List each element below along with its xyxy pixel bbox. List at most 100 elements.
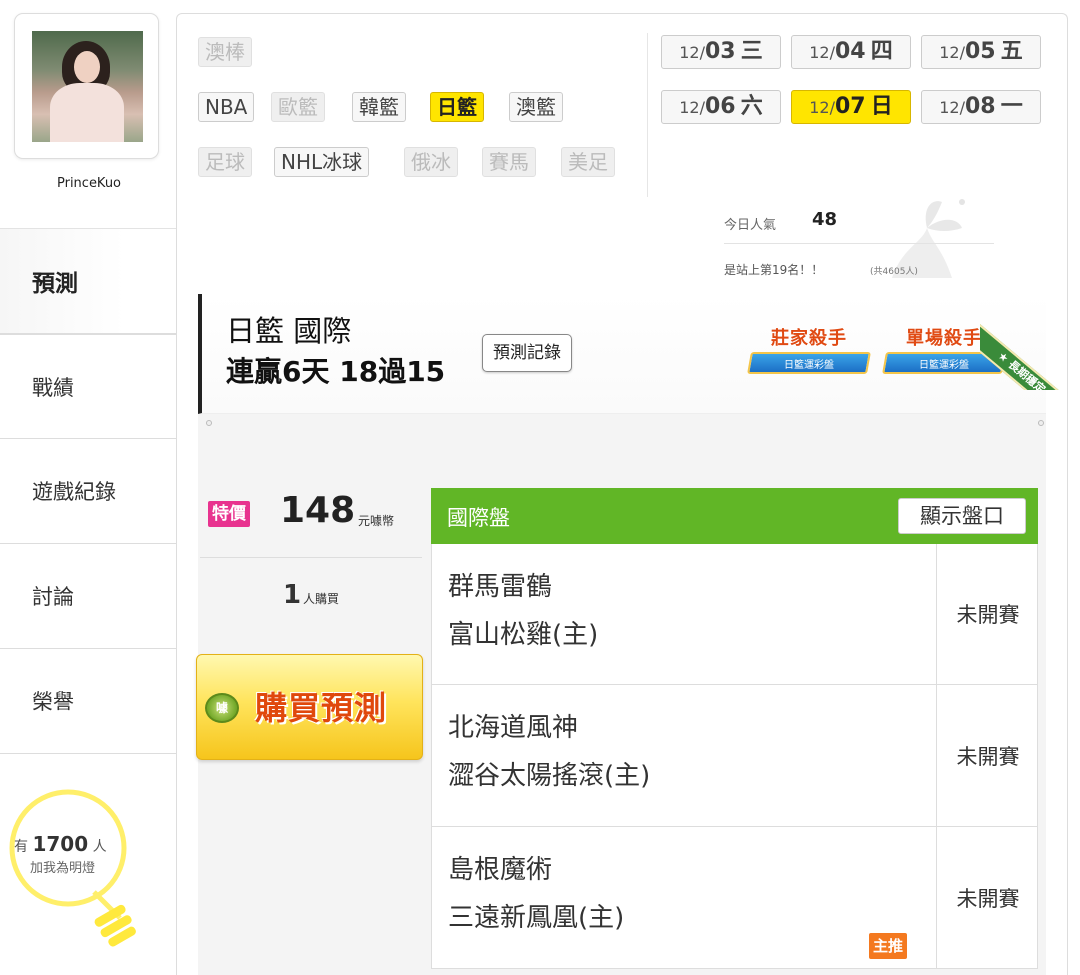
nav-item-discussion[interactable]: 討論 bbox=[0, 544, 178, 649]
buy-prediction-label: 購買預測 bbox=[255, 689, 388, 727]
nav-item-record[interactable]: 戰績 bbox=[0, 334, 178, 439]
sport-tag-nhl[interactable]: NHL冰球 bbox=[274, 147, 370, 177]
badge-title: 單場殺手 bbox=[906, 328, 982, 349]
date-day: 08 bbox=[965, 94, 996, 119]
buyer-count-value: 1 bbox=[282, 580, 302, 610]
username[interactable]: PrinceKuo bbox=[0, 176, 178, 191]
away-team: 北海道風神 bbox=[448, 713, 579, 743]
sport-tag-soccer[interactable]: 足球 bbox=[198, 147, 252, 177]
date-button-1204[interactable]: 12/04 四 bbox=[791, 35, 911, 69]
left-sidebar: PrinceKuo 預測 戰績 遊戲紀錄 討論 榮譽 有 1700 人 加我為明… bbox=[0, 0, 178, 975]
show-odds-button[interactable]: 顯示盤口 bbox=[898, 498, 1026, 534]
sport-tag-american-football[interactable]: 美足 bbox=[561, 147, 615, 177]
game-status: 未開賽 bbox=[956, 886, 1020, 911]
price-unit: 元噱幣 bbox=[358, 514, 395, 528]
buyer-count: 1 人購買 bbox=[200, 580, 422, 610]
avatar[interactable] bbox=[32, 31, 143, 142]
date-day: 06 bbox=[705, 94, 736, 119]
market-title: 國際盤 bbox=[447, 506, 510, 530]
fan-count: 有 1700 人 bbox=[14, 832, 107, 856]
date-button-1203[interactable]: 12/03 三 bbox=[661, 35, 781, 69]
sport-tag-russian-hockey[interactable]: 俄冰 bbox=[404, 147, 458, 177]
badge-title: 莊家殺手 bbox=[771, 328, 847, 349]
date-prefix: 12/ bbox=[809, 43, 835, 62]
game-row[interactable]: 群馬雷鶴 富山松雞(主) 未開賽 bbox=[431, 544, 1038, 685]
home-team: 澀谷太陽搖滾(主) bbox=[448, 761, 651, 791]
game-row[interactable]: 北海道風神 澀谷太陽搖滾(主) 未開賽 bbox=[431, 685, 1038, 827]
date-day: 03 bbox=[705, 39, 736, 64]
nav-label: 討論 bbox=[32, 585, 74, 609]
date-weekday: 四 bbox=[870, 39, 893, 64]
date-weekday: 六 bbox=[740, 94, 763, 119]
divider bbox=[724, 243, 994, 244]
date-button-1208[interactable]: 12/08 一 bbox=[921, 90, 1041, 124]
nav-item-honors[interactable]: 榮譽 bbox=[0, 649, 178, 754]
game-teams: 群馬雷鶴 富山松雞(主) bbox=[432, 544, 937, 684]
sport-tag-japan-basketball[interactable]: 日籃 bbox=[430, 92, 484, 122]
date-button-1207[interactable]: 12/07 日 bbox=[791, 90, 911, 124]
prediction-category: 日籃 國際 bbox=[226, 314, 352, 348]
special-price-badge: 特價 bbox=[208, 501, 250, 527]
away-team: 群馬雷鶴 bbox=[448, 572, 553, 602]
buy-prediction-button[interactable]: 噱 購買預測 bbox=[196, 654, 423, 760]
game-table-header: 國際盤 顯示盤口 bbox=[431, 488, 1038, 544]
fan-suffix: 人 bbox=[92, 839, 107, 855]
avatar-face bbox=[74, 51, 100, 83]
coin-icon: 噱 bbox=[205, 693, 239, 723]
rank-total: (共4605人) bbox=[870, 267, 918, 277]
nav-label: 榮譽 bbox=[32, 690, 74, 714]
nav-label: 預測 bbox=[32, 271, 78, 297]
game-status: 未開賽 bbox=[956, 744, 1020, 769]
nav-label: 戰績 bbox=[32, 375, 74, 400]
date-weekday: 五 bbox=[1000, 39, 1023, 64]
date-day: 05 bbox=[965, 39, 996, 64]
date-button-1206[interactable]: 12/06 六 bbox=[661, 90, 781, 124]
game-teams: 北海道風神 澀谷太陽搖滾(主) bbox=[432, 685, 937, 826]
date-button-1205[interactable]: 12/05 五 bbox=[921, 35, 1041, 69]
game-row[interactable]: 島根魔術 三遠新鳳凰(主) 主推 未開賽 bbox=[431, 827, 1038, 969]
banker-killer-badge: 日籃運彩盤 莊家殺手 bbox=[745, 322, 873, 394]
date-day: 04 bbox=[835, 39, 866, 64]
follow-cta[interactable]: 加我為明燈 bbox=[30, 857, 95, 876]
divider bbox=[647, 33, 648, 197]
avatar-body bbox=[50, 83, 124, 142]
popularity-value: 48 bbox=[812, 209, 838, 230]
pin-icon bbox=[206, 420, 212, 426]
price-value: 148 bbox=[280, 490, 356, 531]
prediction-record-button[interactable]: 預測記錄 bbox=[482, 334, 572, 372]
sport-tag-euro-basketball[interactable]: 歐籃 bbox=[271, 92, 325, 122]
date-prefix: 12/ bbox=[679, 98, 705, 117]
rank-text: 是站上第19名！！ bbox=[724, 263, 824, 277]
pin-icon bbox=[1038, 420, 1044, 426]
home-team: 富山松雞(主) bbox=[448, 620, 599, 650]
sport-tag-horse-racing[interactable]: 賽馬 bbox=[482, 147, 536, 177]
date-prefix: 12/ bbox=[809, 98, 835, 117]
home-team: 三遠新鳳凰(主) bbox=[448, 903, 625, 933]
date-prefix: 12/ bbox=[939, 43, 965, 62]
price-box: 特價 148 元噱幣 bbox=[200, 480, 422, 558]
date-weekday: 三 bbox=[740, 39, 763, 64]
sport-tag-nba[interactable]: NBA bbox=[198, 92, 255, 122]
sport-tag-aus-basketball[interactable]: 澳籃 bbox=[509, 92, 563, 122]
game-teams: 島根魔術 三遠新鳳凰(主) 主推 bbox=[432, 827, 937, 968]
game-status: 未開賽 bbox=[956, 603, 1020, 627]
nav-item-game-history[interactable]: 遊戲紀錄 bbox=[0, 439, 178, 544]
nav-label: 遊戲紀錄 bbox=[32, 480, 116, 504]
ribbon-text: ★ 長期穩定 ★ bbox=[980, 324, 1080, 390]
buyer-count-label: 人購買 bbox=[303, 592, 340, 606]
away-team: 島根魔術 bbox=[448, 855, 553, 885]
nav-item-predictions[interactable]: 預測 bbox=[0, 229, 178, 334]
sport-tag-korea-basketball[interactable]: 韓籃 bbox=[352, 92, 406, 122]
badge-ribbon-text: 日籃運彩盤 bbox=[784, 360, 834, 371]
date-weekday: 一 bbox=[1000, 94, 1023, 119]
date-weekday: 日 bbox=[870, 94, 893, 119]
date-prefix: 12/ bbox=[939, 98, 965, 117]
win-streak: 連贏6天 18過15 bbox=[226, 355, 446, 388]
popularity-label: 今日人氣 bbox=[724, 218, 777, 233]
avatar-card[interactable] bbox=[14, 13, 159, 159]
fan-count-value: 1700 bbox=[32, 832, 89, 856]
sport-tag-aus-baseball[interactable]: 澳棒 bbox=[198, 37, 252, 67]
long-term-stable-ribbon: ★ 長期穩定 ★ bbox=[980, 290, 1080, 390]
date-prefix: 12/ bbox=[679, 43, 705, 62]
date-day: 07 bbox=[835, 94, 866, 119]
